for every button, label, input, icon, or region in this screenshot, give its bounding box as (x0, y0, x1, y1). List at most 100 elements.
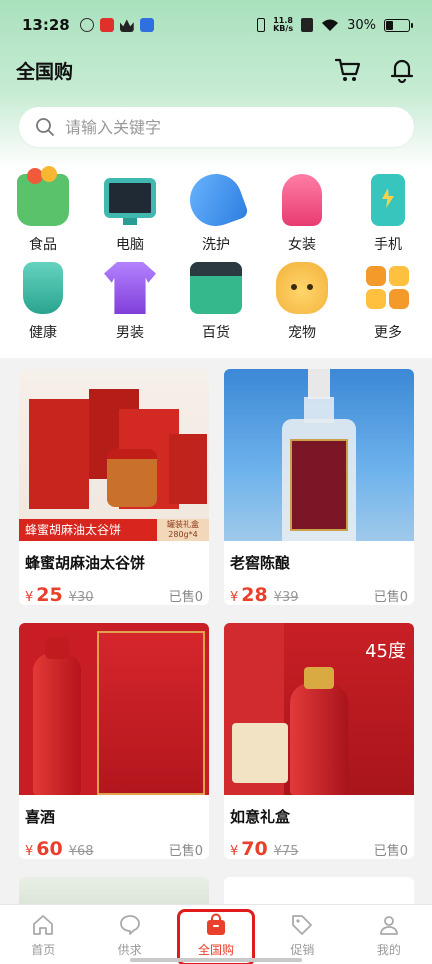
pet-eye (307, 284, 313, 290)
category-label: 健康 (29, 325, 57, 341)
wifi-icon (322, 19, 339, 31)
tab-home[interactable]: 首页 (0, 905, 86, 964)
tab-promotions[interactable]: 促销 (259, 905, 345, 964)
cart-icon[interactable] (334, 56, 362, 84)
category-label: 食品 (29, 237, 57, 253)
product-image (19, 877, 209, 904)
search-input[interactable] (65, 117, 398, 137)
home-indicator (130, 958, 302, 962)
product-card[interactable] (19, 877, 209, 904)
product-price: 60 (36, 838, 63, 859)
degree-text: 45度 (365, 641, 406, 662)
status-time: 13:28 (22, 16, 70, 34)
chat-bubble-icon (119, 915, 140, 935)
user-icon (379, 916, 398, 935)
app-notification-icon (99, 18, 114, 32)
status-app-icons (79, 18, 154, 32)
search-icon (36, 118, 54, 136)
sold-count: 已售0 (373, 844, 408, 859)
sold-count: 已售0 (168, 590, 203, 605)
product-card[interactable]: 喜酒 ¥ 60 ¥68 已售0 (19, 623, 209, 859)
battery-level (386, 20, 393, 30)
product-meta: ¥ 70 ¥75 已售0 (224, 828, 414, 859)
category-item[interactable]: 洗护 (176, 166, 256, 254)
product-meta: ¥ 60 ¥68 已售0 (19, 828, 209, 859)
product-grid: 蜂蜜胡麻油太谷饼 罐装礼盒 280g*4 蜂蜜胡麻油太谷饼 ¥ 25 ¥30 已售… (0, 358, 432, 904)
product-name: 喜酒 (25, 808, 56, 826)
product-card[interactable]: 老窖陈酿 ¥ 28 ¥39 已售0 (224, 369, 414, 605)
product-card[interactable] (224, 877, 414, 904)
category-label: 电脑 (116, 237, 144, 253)
category-item[interactable]: 百货 (176, 262, 256, 342)
more-grid-cell (366, 289, 386, 309)
category-item[interactable]: 男装 (90, 262, 170, 342)
tshirt-icon (104, 262, 156, 314)
tab-mine[interactable]: 我的 (346, 905, 432, 964)
product-image (224, 369, 414, 541)
home-icon (33, 915, 54, 935)
category-grid: 食品 电脑 洗护 女装 手机 健康 男装 百货 宠物 更多 (0, 166, 432, 358)
search-bar[interactable] (19, 107, 414, 147)
weight-text: 280g*4 (168, 530, 198, 539)
product-price: 28 (241, 584, 268, 605)
vibrate-icon (257, 18, 266, 32)
category-item[interactable]: 宠物 (262, 262, 342, 342)
app-notification-icon (139, 18, 154, 32)
page-title: 全国购 (16, 60, 74, 83)
bottle-label (290, 439, 348, 531)
category-item[interactable]: 更多 (348, 262, 428, 342)
dress-icon (282, 174, 322, 226)
more-grid-icon (362, 262, 414, 314)
wine-box (97, 631, 205, 795)
original-price: ¥75 (273, 844, 299, 859)
product-image: 蜂蜜胡麻油太谷饼 罐装礼盒 280g*4 (19, 369, 209, 541)
category-label: 更多 (374, 325, 402, 341)
currency-symbol: ¥ (230, 590, 239, 605)
crown-icon (119, 19, 134, 32)
category-item[interactable]: 电脑 (90, 174, 170, 254)
degree-badge: 45度 (365, 637, 406, 663)
product-meta: ¥ 25 ¥30 已售0 (19, 574, 209, 605)
currency-symbol: ¥ (25, 844, 34, 859)
category-item[interactable]: 手机 (348, 174, 428, 254)
product-price: 25 (36, 584, 63, 605)
category-label: 手机 (374, 237, 402, 253)
currency-symbol: ¥ (25, 590, 34, 605)
pet-icon (276, 262, 328, 314)
product-meta: ¥ 28 ¥39 已售0 (224, 574, 414, 605)
banner-text: 蜂蜜胡麻油太谷饼 (25, 523, 122, 537)
bottle-cap (308, 369, 330, 399)
store-box-icon (190, 262, 242, 314)
header-actions (334, 56, 416, 84)
product-card[interactable]: 45度 如意礼盒 ¥ 70 ¥75 已售0 (224, 623, 414, 859)
battery-icon (384, 18, 413, 32)
product-price: 70 (241, 838, 268, 859)
status-right: 11.8 KB/s 30% (257, 17, 413, 33)
category-item[interactable]: 食品 (3, 166, 83, 254)
phone-bolt (382, 188, 394, 208)
battery-percent: 30% (347, 17, 376, 33)
tab-label: 首页 (31, 943, 56, 957)
category-label: 女装 (288, 237, 316, 253)
bell-icon[interactable] (388, 56, 416, 84)
network-speed-unit: KB/s (273, 24, 294, 33)
category-label: 宠物 (288, 325, 316, 341)
wine-bottle-cap (45, 637, 69, 659)
app-notification-icon (79, 18, 94, 32)
category-label: 男装 (116, 325, 144, 341)
more-grid-cell (366, 266, 386, 286)
tag-icon (292, 915, 313, 935)
computer-icon (104, 178, 156, 225)
category-item[interactable]: 女装 (262, 174, 342, 254)
network-speed: 11.8 KB/s (273, 17, 293, 33)
tab-national-shopping[interactable]: 全国购 (173, 905, 259, 964)
sold-count: 已售0 (373, 590, 408, 605)
tab-supply-demand[interactable]: 供求 (86, 905, 172, 964)
food-basket-icon (17, 166, 69, 226)
product-image: 45度 (224, 623, 414, 795)
category-item[interactable]: 健康 (3, 262, 83, 342)
tab-label: 供求 (117, 943, 142, 957)
product-card[interactable]: 蜂蜜胡麻油太谷饼 罐装礼盒 280g*4 蜂蜜胡麻油太谷饼 ¥ 25 ¥30 已售… (19, 369, 209, 605)
health-jar-icon (23, 262, 63, 314)
hairdryer-icon (182, 166, 250, 234)
